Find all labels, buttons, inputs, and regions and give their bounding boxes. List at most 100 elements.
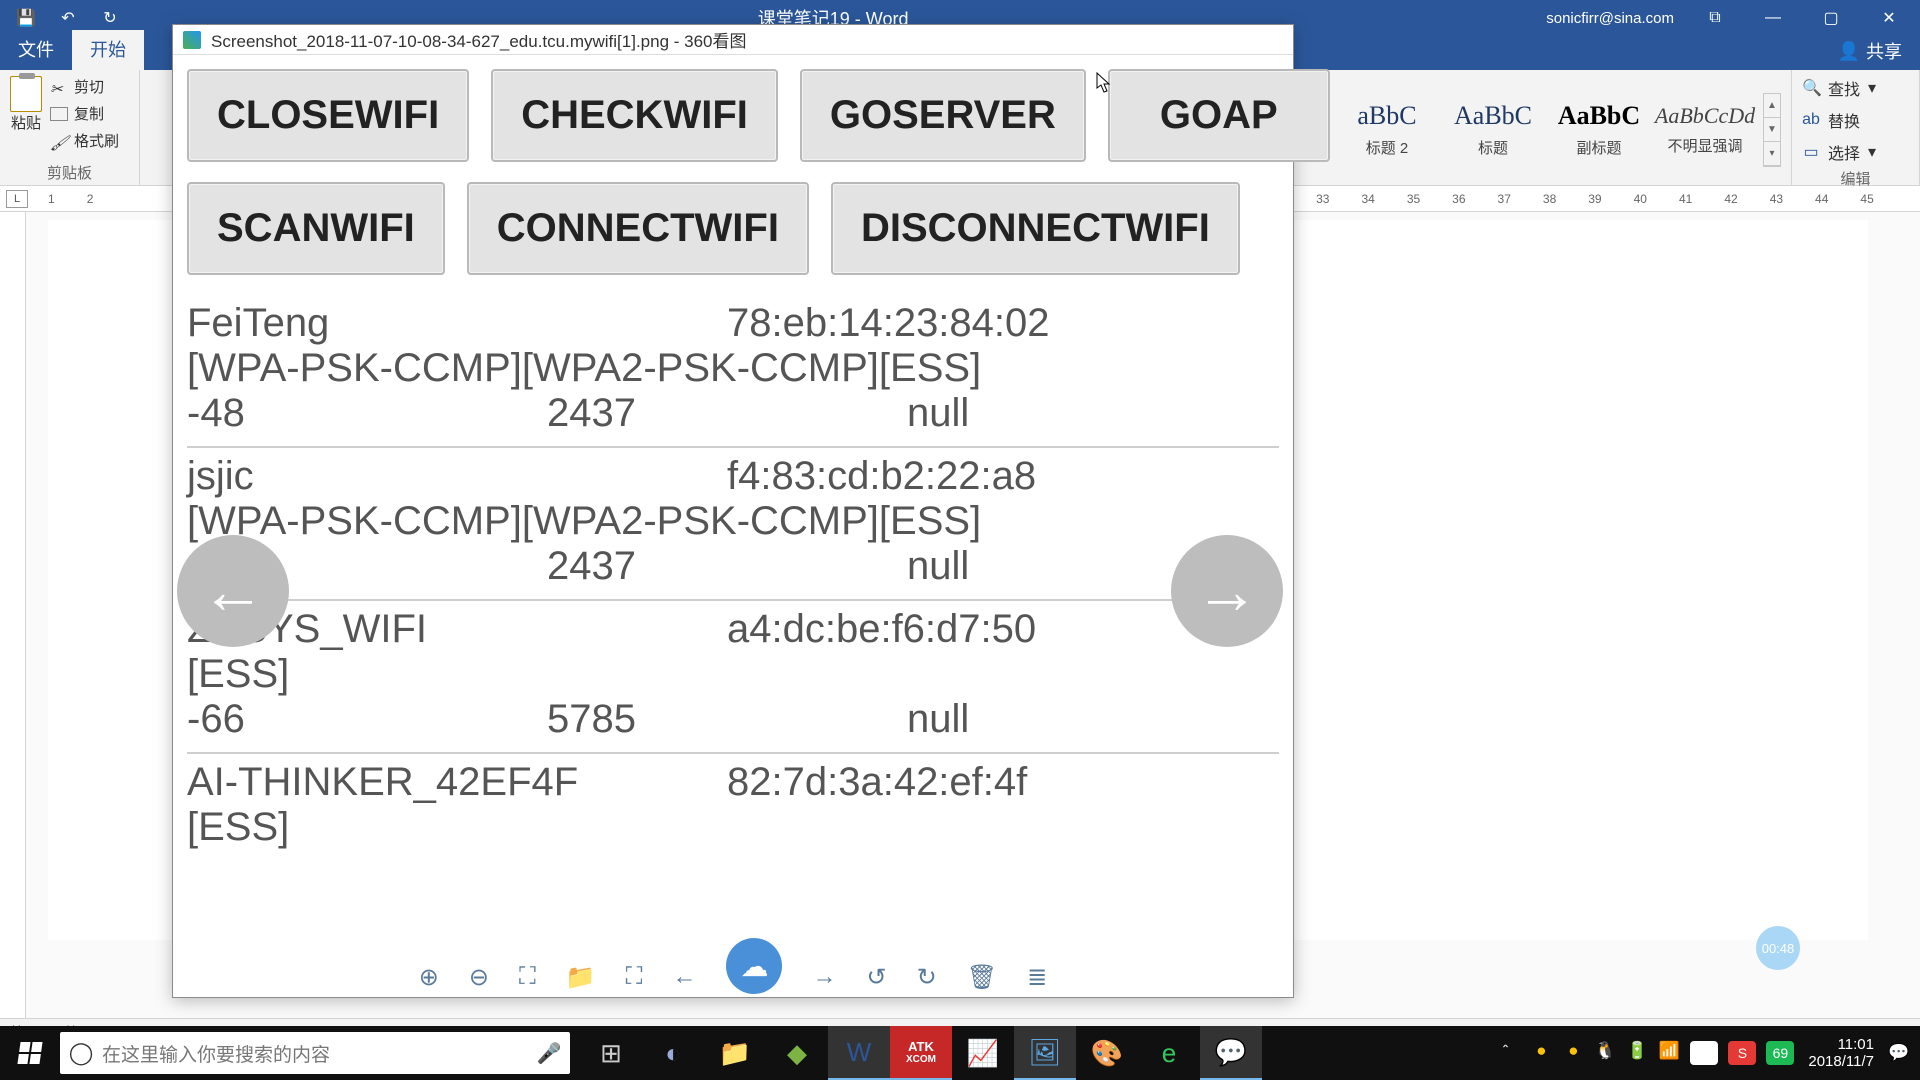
wifi-item[interactable]: ZHSYS_WIFIa4:dc:be:f6:d7:50 [ESS] -66578… bbox=[187, 601, 1279, 754]
tray-icon[interactable]: 69 bbox=[1766, 1041, 1794, 1065]
wifi-ssid: jsjic bbox=[187, 454, 727, 499]
style-item[interactable]: AaBbC标题 bbox=[1445, 101, 1541, 158]
wifi-security: [ESS] bbox=[187, 652, 1279, 697]
clipboard-icon bbox=[10, 76, 42, 112]
wifi-freq: 2437 bbox=[547, 391, 907, 436]
rotate-left-icon[interactable]: ↺ bbox=[866, 963, 886, 992]
taskbar-app-word[interactable]: W bbox=[828, 1026, 890, 1080]
copy-button[interactable]: 复制 bbox=[50, 103, 119, 124]
zoom-in-icon[interactable]: ⊕ bbox=[419, 963, 439, 992]
editing-group: 🔍查找 ▾ ab替换 ▭选择 ▾ 编辑 bbox=[1792, 70, 1920, 185]
cursor-icon: ▭ bbox=[1802, 142, 1820, 162]
prev-icon[interactable]: ← bbox=[672, 963, 696, 991]
tab-home[interactable]: 开始 bbox=[72, 30, 144, 70]
tray-icon[interactable]: S bbox=[1728, 1041, 1756, 1065]
scissors-icon: ✂ bbox=[50, 80, 68, 94]
delete-icon[interactable]: 🗑 bbox=[967, 963, 997, 992]
cloud-button[interactable]: ☁ bbox=[726, 938, 782, 994]
scanwifi-button[interactable]: SCANWIFI bbox=[187, 182, 445, 275]
paste-button[interactable]: 粘贴 bbox=[10, 76, 42, 133]
style-item[interactable]: AaBbCcDd不明显强调 bbox=[1657, 103, 1753, 156]
tray-icon[interactable]: ● bbox=[1562, 1041, 1584, 1065]
taskbar-app-ie[interactable]: e bbox=[1138, 1026, 1200, 1080]
taskbar-app-paint[interactable]: 🎨 bbox=[1076, 1026, 1138, 1080]
button-row-1: CLOSEWIFI CHECKWIFI GOSERVER GOAP bbox=[187, 69, 1279, 162]
fullscreen-icon[interactable]: ⛶ bbox=[626, 963, 643, 991]
wifi-item[interactable]: AI-THINKER_42EF4F82:7d:3a:42:ef:4f [ESS] bbox=[187, 754, 1279, 860]
tray-icon[interactable]: ● bbox=[1530, 1041, 1552, 1065]
wifi-security: [WPA-PSK-CCMP][WPA2-PSK-CCMP][ESS] bbox=[187, 346, 1279, 391]
format-painter-button[interactable]: 🖌格式刷 bbox=[50, 130, 119, 151]
clock-date: 2018/11/7 bbox=[1808, 1053, 1874, 1070]
more-icon[interactable]: ≣ bbox=[1027, 963, 1047, 992]
group-label: 剪贴板 bbox=[10, 158, 129, 183]
wifi-freq: 5785 bbox=[547, 697, 907, 742]
find-button[interactable]: 🔍查找 ▾ bbox=[1802, 76, 1909, 100]
save-icon[interactable]: 💾 bbox=[16, 8, 36, 28]
windows-taskbar: ◯ 在这里输入你要搜索的内容 🎤 ⊞◐📁◆WATKXCOM📈🖼🎨e💬 ＾ ●●🐧… bbox=[0, 1026, 1920, 1080]
cut-button[interactable]: ✂剪切 bbox=[50, 76, 119, 97]
styles-scroll[interactable]: ▲▼▾ bbox=[1763, 93, 1781, 167]
checkwifi-button[interactable]: CHECKWIFI bbox=[491, 69, 778, 162]
goap-button[interactable]: GOAP bbox=[1108, 69, 1330, 162]
next-image-button[interactable]: → bbox=[1171, 535, 1283, 647]
maximize-icon[interactable]: ▢ bbox=[1814, 8, 1848, 28]
style-item[interactable]: AaBbC副标题 bbox=[1551, 101, 1647, 158]
share-button[interactable]: 👤共享 bbox=[1820, 32, 1920, 70]
closewifi-button[interactable]: CLOSEWIFI bbox=[187, 69, 469, 162]
undo-icon[interactable]: ↶ bbox=[58, 8, 78, 28]
style-item[interactable]: aBbC标题 2 bbox=[1339, 101, 1435, 158]
taskbar-clock[interactable]: 11:01 2018/11/7 bbox=[1808, 1036, 1874, 1070]
image-viewer-window: Screenshot_2018-11-07-10-08-34-627_edu.t… bbox=[172, 24, 1294, 998]
close-icon[interactable]: ✕ bbox=[1872, 8, 1906, 28]
wifi-rssi: -48 bbox=[187, 391, 547, 436]
taskbar-app-atk-xcom[interactable]: ATKXCOM bbox=[890, 1026, 952, 1080]
wifi-item[interactable]: FeiTeng78:eb:14:23:84:02 [WPA-PSK-CCMP][… bbox=[187, 295, 1279, 448]
disconnectwifi-button[interactable]: DISCONNECTWIFI bbox=[831, 182, 1240, 275]
tray-icon[interactable]: 📶 bbox=[1658, 1041, 1680, 1065]
taskbar-app-monitor[interactable]: 📈 bbox=[952, 1026, 1014, 1080]
account-email[interactable]: sonicfirr@sina.com bbox=[1546, 10, 1674, 27]
mic-icon[interactable]: 🎤 bbox=[528, 1041, 570, 1066]
taskbar-app-task-view[interactable]: ⊞ bbox=[580, 1026, 642, 1080]
taskbar-search[interactable]: ◯ 在这里输入你要搜索的内容 🎤 bbox=[60, 1032, 570, 1074]
taskbar-app-explorer[interactable]: 📁 bbox=[704, 1026, 766, 1080]
notifications-icon[interactable]: 💬 bbox=[1888, 1043, 1910, 1063]
tray-icon[interactable]: 🐧 bbox=[1594, 1041, 1616, 1065]
tray-icon[interactable]: 🔋 bbox=[1626, 1041, 1648, 1065]
wifi-list: FeiTeng78:eb:14:23:84:02 [WPA-PSK-CCMP][… bbox=[187, 295, 1279, 860]
start-button[interactable] bbox=[0, 1026, 60, 1080]
fit-icon[interactable]: ⛶ bbox=[519, 963, 536, 991]
tab-file[interactable]: 文件 bbox=[0, 30, 72, 70]
ribbon-options-icon[interactable]: ⧉ bbox=[1698, 9, 1732, 27]
vertical-ruler[interactable] bbox=[0, 212, 26, 1026]
prev-image-button[interactable]: ← bbox=[177, 535, 289, 647]
recording-timer-badge[interactable]: 00:48 bbox=[1756, 926, 1800, 970]
replace-button[interactable]: ab替换 bbox=[1802, 108, 1909, 132]
select-button[interactable]: ▭选择 ▾ bbox=[1802, 140, 1909, 164]
tab-selector[interactable]: L bbox=[6, 190, 28, 208]
minimize-icon[interactable]: — bbox=[1756, 9, 1790, 27]
redo-icon[interactable]: ↻ bbox=[100, 8, 120, 28]
tray-chevron-icon[interactable]: ＾ bbox=[1494, 1041, 1516, 1066]
wifi-mac: f4:83:cd:b2:22:a8 bbox=[727, 454, 1279, 499]
viewer-titlebar[interactable]: Screenshot_2018-11-07-10-08-34-627_edu.t… bbox=[173, 25, 1293, 55]
copy-icon bbox=[50, 107, 68, 121]
connectwifi-button[interactable]: CONNECTWIFI bbox=[467, 182, 809, 275]
zoom-out-icon[interactable]: ⊖ bbox=[469, 963, 489, 992]
taskbar-app-wechat[interactable]: 💬 bbox=[1200, 1026, 1262, 1080]
wifi-mac: 82:7d:3a:42:ef:4f bbox=[727, 760, 1279, 805]
goserver-button[interactable]: GOSERVER bbox=[800, 69, 1086, 162]
taskbar-app-cortana-app[interactable]: ◐ bbox=[642, 1026, 704, 1080]
cortana-icon[interactable]: ◯ bbox=[60, 1040, 102, 1066]
next-icon[interactable]: → bbox=[812, 963, 836, 991]
open-folder-icon[interactable]: 📁 bbox=[566, 963, 596, 992]
system-tray: ＾ ● ● 🐧 🔋 📶 中S 69 11:01 2018/11/7 💬 bbox=[1494, 1036, 1920, 1070]
tray-icon[interactable]: 中 bbox=[1690, 1041, 1718, 1065]
taskbar-app-android-studio[interactable]: ◆ bbox=[766, 1026, 828, 1080]
rotate-right-icon[interactable]: ↻ bbox=[917, 963, 937, 992]
wifi-ssid: AI-THINKER_42EF4F bbox=[187, 760, 727, 805]
taskbar-app-photos[interactable]: 🖼 bbox=[1014, 1026, 1076, 1080]
wifi-extra: null bbox=[907, 391, 1279, 436]
wifi-item[interactable]: jsjicf4:83:cd:b2:22:a8 [WPA-PSK-CCMP][WP… bbox=[187, 448, 1279, 601]
